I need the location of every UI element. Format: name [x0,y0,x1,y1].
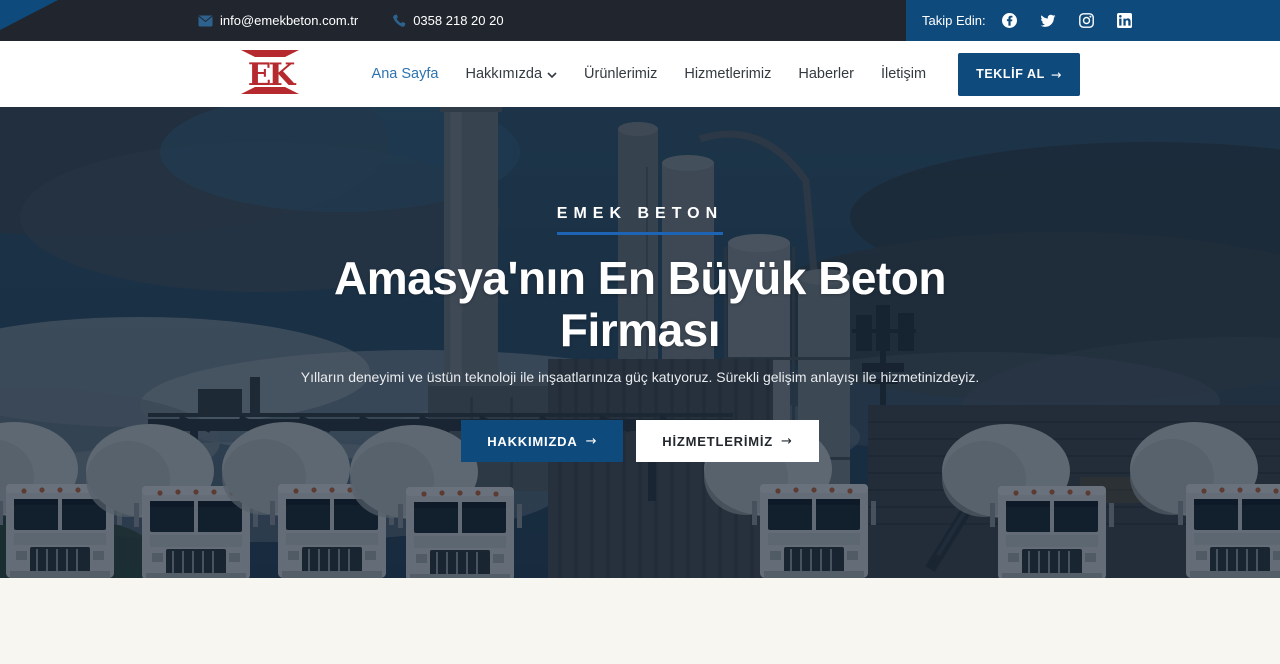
phone-text: 0358 218 20 20 [413,13,503,28]
hero-section: EMEK BETON Amasya'nın En Büyük Beton Fir… [0,107,1280,578]
hero-title: Amasya'nın En Büyük Beton Firması [280,253,1000,356]
topbar-social-section: Takip Edin: [906,0,1280,41]
chevron-down-icon [547,66,557,82]
hero-buttons: HAKKIMIZDA→ HİZMETLERİMİZ→ [461,420,819,462]
email-text: info@emekbeton.com.tr [220,13,358,28]
nav-menu: Ana Sayfa Hakkımızda Ürünlerimiz Hizmetl… [372,66,927,82]
topbar-corner-accent [0,0,58,30]
twitter-icon[interactable] [1040,14,1056,28]
hero-content: EMEK BETON Amasya'nın En Büyük Beton Fir… [0,107,1280,578]
linkedin-icon[interactable] [1117,13,1132,28]
facebook-icon[interactable] [1002,13,1017,28]
nav-item-ana-sayfa[interactable]: Ana Sayfa [372,66,439,82]
arrow-right-icon: → [781,434,793,449]
nav-item-iletisim[interactable]: İletişim [881,66,926,82]
follow-label: Takip Edin: [922,13,986,28]
instagram-icon[interactable] [1079,13,1094,28]
hizmetlerimiz-button[interactable]: HİZMETLERİMİZ→ [636,420,818,462]
nav-item-hizmetlerimiz[interactable]: Hizmetlerimiz [684,66,771,82]
page-background-section [0,578,1280,664]
arrow-right-icon: → [1051,67,1062,82]
hakkimizda-button[interactable]: HAKKIMIZDA→ [461,420,623,462]
arrow-right-icon: → [586,434,598,449]
main-navigation: EK Ana Sayfa Hakkımızda Ürünlerimiz Hizm… [0,41,1280,107]
hero-kicker: EMEK BETON [557,205,723,235]
hero-subtitle: Yılların deneyimi ve üstün teknoloji ile… [301,369,980,385]
nav-item-hakkimizda[interactable]: Hakkımızda [465,66,557,82]
email-icon [198,15,213,27]
topbar-contacts: info@emekbeton.com.tr 0358 218 20 20 [198,13,504,28]
phone-link[interactable]: 0358 218 20 20 [392,13,503,28]
topbar: info@emekbeton.com.tr 0358 218 20 20 Tak… [0,0,1280,41]
logo-text: EK [248,57,297,93]
company-logo[interactable]: EK [240,48,300,101]
teklif-al-button[interactable]: TEKLİF AL→ [958,53,1080,96]
nav-item-haberler[interactable]: Haberler [798,66,854,82]
nav-item-urunlerimiz[interactable]: Ürünlerimiz [584,66,657,82]
email-link[interactable]: info@emekbeton.com.tr [198,13,358,28]
phone-icon [392,14,406,28]
